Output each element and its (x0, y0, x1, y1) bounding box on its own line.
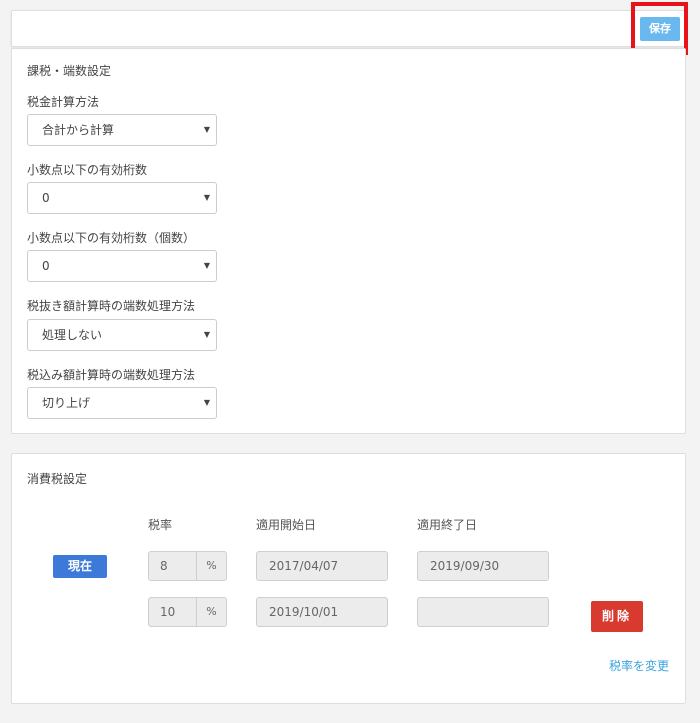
section-title-rounding: 課税・端数設定 (27, 64, 112, 78)
column-header-end-date: 適用終了日 (417, 518, 478, 532)
column-header-rate: 税率 (148, 518, 173, 532)
decimal-digits-quantity-label: 小数点以下の有効桁数（個数） (27, 231, 196, 245)
select-value: 0 (42, 191, 50, 205)
percent-addon: % (196, 597, 227, 627)
rate-input[interactable]: 10 (148, 597, 197, 627)
caret-down-icon: ▼ (203, 330, 210, 339)
tax-included-rounding-label: 税込み額計算時の端数処理方法 (27, 368, 196, 382)
caret-down-icon: ▼ (203, 261, 210, 270)
end-date-input[interactable] (417, 597, 549, 627)
select-value: 切り上げ (42, 396, 91, 410)
caret-down-icon: ▼ (203, 125, 210, 134)
tax-included-rounding-select[interactable]: 切り上げ ▼ (27, 387, 217, 419)
start-date-input: 2017/04/07 (256, 551, 388, 581)
rate-input: 8 (148, 551, 197, 581)
start-date-input[interactable]: 2019/10/01 (256, 597, 388, 627)
current-badge: 現在 (53, 555, 107, 578)
select-value: 0 (42, 259, 50, 273)
select-value: 処理しない (42, 328, 103, 342)
tax-excluded-rounding-label: 税抜き額計算時の端数処理方法 (27, 299, 196, 313)
tax-excluded-rounding-select[interactable]: 処理しない ▼ (27, 319, 217, 351)
column-header-start-date: 適用開始日 (256, 518, 317, 532)
tax-calc-method-select[interactable]: 合計から計算 ▼ (27, 114, 217, 146)
decimal-digits-quantity-select[interactable]: 0 ▼ (27, 250, 217, 282)
decimal-digits-select[interactable]: 0 ▼ (27, 182, 217, 214)
percent-addon: % (196, 551, 227, 581)
section-title-consumption-tax: 消費税設定 (27, 472, 88, 486)
decimal-digits-label: 小数点以下の有効桁数 (27, 163, 148, 177)
delete-button[interactable]: 削除 (591, 601, 643, 632)
end-date-input: 2019/09/30 (417, 551, 549, 581)
select-value: 合計から計算 (42, 123, 115, 137)
caret-down-icon: ▼ (203, 193, 210, 202)
tax-calc-method-label: 税金計算方法 (27, 95, 100, 109)
caret-down-icon: ▼ (203, 398, 210, 407)
change-tax-rate-link[interactable]: 税率を変更 (609, 657, 669, 674)
